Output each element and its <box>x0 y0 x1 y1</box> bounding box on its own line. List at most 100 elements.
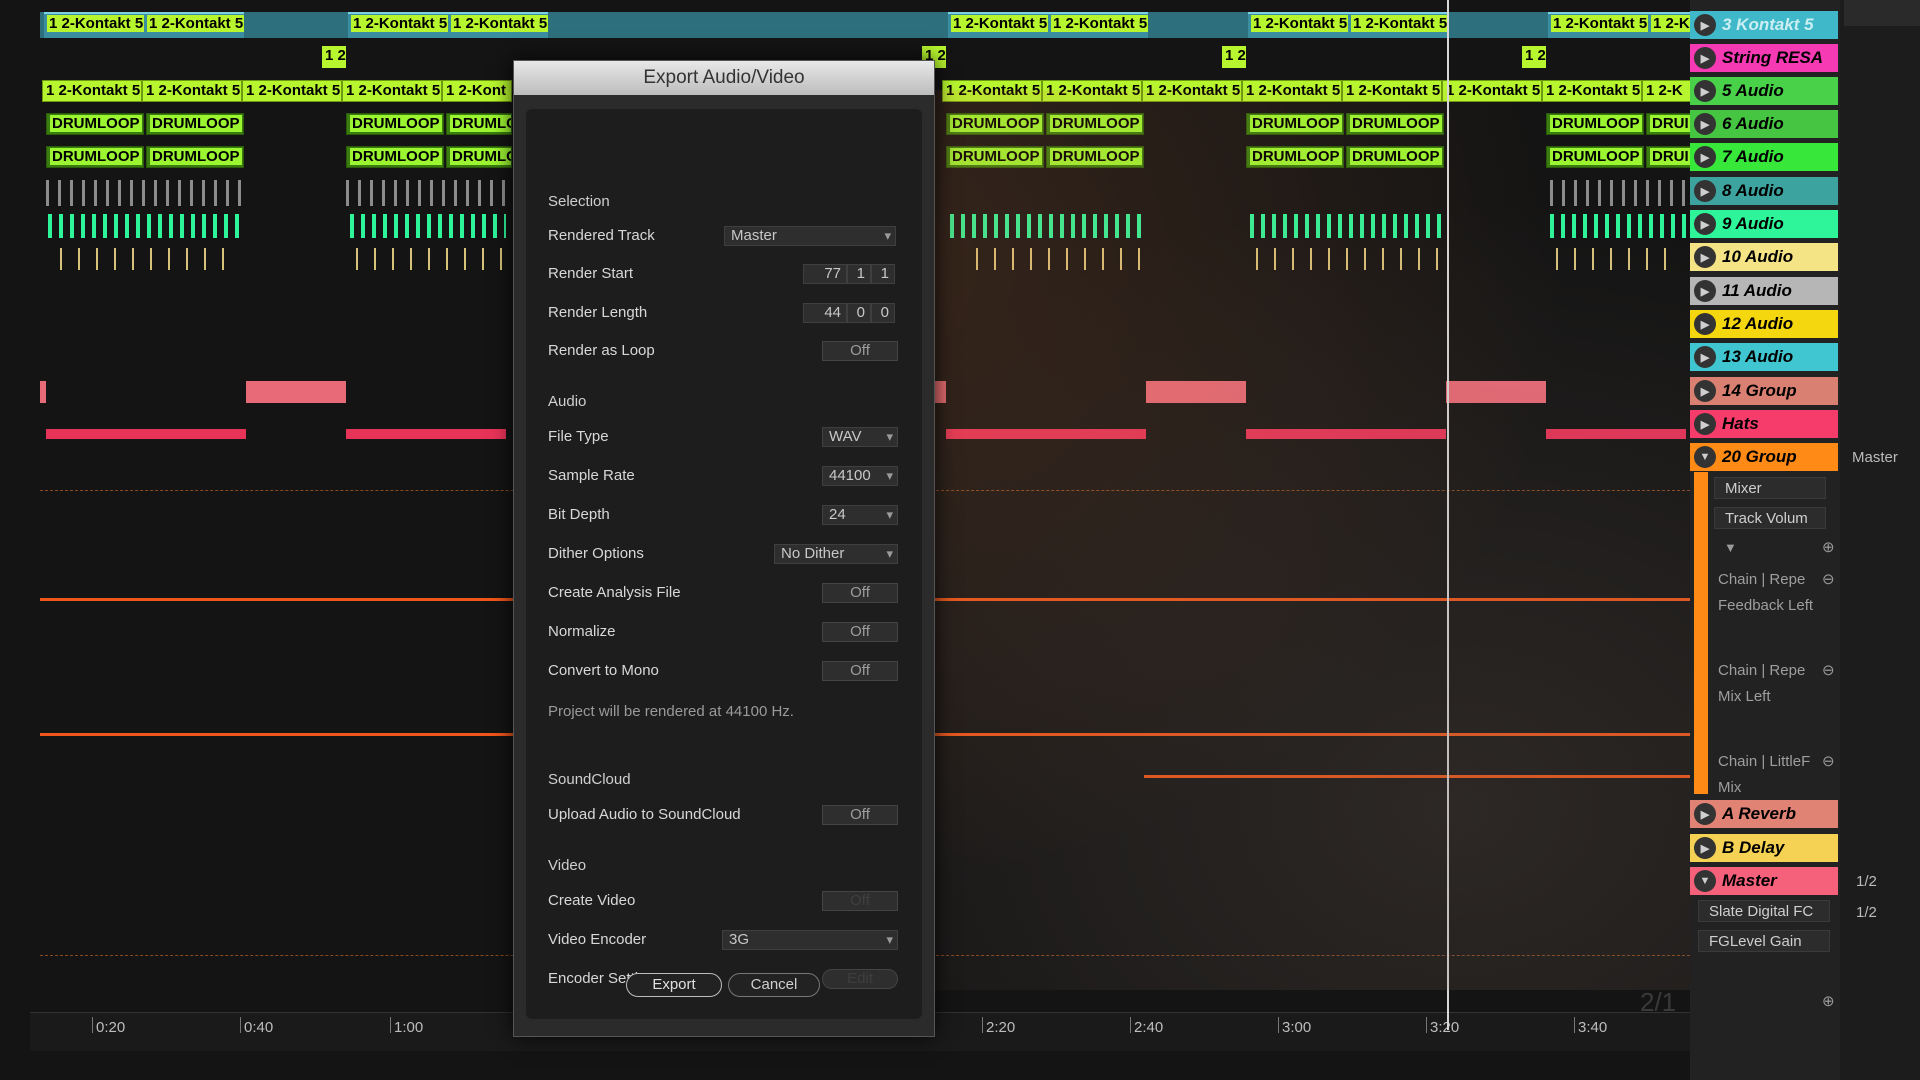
clip[interactable]: DRUMLC <box>446 113 512 135</box>
clip[interactable]: 1 2-Kontakt 5 <box>1542 80 1642 102</box>
track-fold-icon[interactable]: ▶ <box>1694 313 1716 335</box>
clip[interactable]: DRUMLOOP <box>1546 146 1644 168</box>
chevron-down-icon[interactable]: ▼ <box>1724 540 1737 555</box>
convert-mono-toggle[interactable]: Off <box>822 661 898 681</box>
cancel-button[interactable]: Cancel <box>728 973 820 997</box>
clip[interactable]: DRUMLOOP <box>1346 113 1444 135</box>
render-start-sixteenth[interactable]: 1 <box>871 264 895 284</box>
track-fold-icon[interactable]: ▶ <box>1694 146 1716 168</box>
clip[interactable] <box>246 381 346 403</box>
clip[interactable]: 1 2-Kontakt 5 <box>242 80 342 102</box>
chain-label[interactable]: Chain | Repe <box>1718 571 1805 588</box>
clip[interactable]: 1 2-Kontakt 5 <box>1042 80 1142 102</box>
io-slot[interactable] <box>1844 0 1920 26</box>
clip[interactable]: 1 2-Kontakt 5 <box>348 12 448 38</box>
track-header-b-delay[interactable]: ▶ B Delay <box>1690 834 1838 862</box>
render-loop-toggle[interactable]: Off <box>822 341 898 361</box>
track-fold-icon[interactable]: ▶ <box>1694 280 1716 302</box>
track-fold-icon[interactable]: ▶ <box>1694 14 1716 36</box>
clip[interactable]: 1 2-K <box>1642 80 1692 102</box>
clip[interactable]: 1 2-K <box>1648 12 1696 38</box>
clip[interactable]: 1 2-Kontakt 5 <box>1548 12 1648 38</box>
clip[interactable] <box>1146 381 1246 403</box>
add-lane-icon[interactable]: ⊕ <box>1822 538 1835 556</box>
track-header-7-audio[interactable]: ▶ 7 Audio <box>1690 143 1838 171</box>
track-header-master[interactable]: ▼ Master <box>1690 867 1838 895</box>
dialog-title[interactable]: Export Audio/Video <box>514 61 934 95</box>
bit-depth-dropdown[interactable]: 24 <box>822 505 898 525</box>
track-lane-kontakt-5[interactable]: 1 2-Kontakt 5 1 2-Kontakt 5 1 2-Kontakt … <box>40 12 1696 38</box>
clip[interactable]: 1 2-Kontakt 5 <box>1142 80 1242 102</box>
rendered-track-dropdown[interactable]: Master <box>724 226 896 246</box>
clip[interactable]: DRUMLOOP <box>1346 146 1444 168</box>
input-channel[interactable]: 1/2 <box>1856 873 1877 890</box>
render-length-sixteenth[interactable]: 0 <box>871 303 895 323</box>
parameter-chooser-fglevel[interactable]: FGLevel Gain <box>1698 930 1830 952</box>
track-fold-icon[interactable]: ▶ <box>1694 113 1716 135</box>
clip[interactable]: DRUMLOOP <box>46 146 144 168</box>
track-header-9-audio[interactable]: ▶ 9 Audio <box>1690 210 1838 238</box>
analysis-file-toggle[interactable]: Off <box>822 583 898 603</box>
track-fold-icon[interactable]: ▶ <box>1694 180 1716 202</box>
clip[interactable]: 1 2-Kontakt 5 <box>1248 12 1348 38</box>
clip[interactable]: DRUMLOOP <box>1246 113 1344 135</box>
clip[interactable]: DRUMLOOP <box>346 113 444 135</box>
clip[interactable]: 1 2-Kontakt 5 <box>44 12 144 38</box>
clip[interactable]: 1 2-Kontakt 5 <box>448 12 548 38</box>
track-fold-icon[interactable]: ▶ <box>1694 803 1716 825</box>
clip[interactable] <box>1446 381 1546 403</box>
track-header-string-resa[interactable]: ▶ String RESA <box>1690 44 1838 72</box>
track-header-11-audio[interactable]: ▶ 11 Audio <box>1690 277 1838 305</box>
track-header-a-reverb[interactable]: ▶ A Reverb <box>1690 800 1838 828</box>
track-header-3-kontakt-5[interactable]: ▶ 3 Kontakt 5 <box>1690 11 1838 39</box>
clip[interactable]: 1 2-Kontakt 5 <box>42 80 142 102</box>
clip[interactable]: 1 2-Kontakt 5 <box>144 12 244 38</box>
remove-lane-icon[interactable]: ⊖ <box>1822 570 1835 588</box>
clip[interactable]: 1 2-Kontakt 5 <box>948 12 1048 38</box>
track-fold-icon[interactable]: ▼ <box>1694 870 1716 892</box>
playhead[interactable] <box>1447 0 1449 1030</box>
clip[interactable]: 1 2-Kontakt 5 <box>1442 80 1542 102</box>
track-header-14-group[interactable]: ▶ 14 Group <box>1690 377 1838 405</box>
track-header-8-audio[interactable]: ▶ 8 Audio <box>1690 177 1838 205</box>
track-header-13-audio[interactable]: ▶ 13 Audio <box>1690 343 1838 371</box>
clip[interactable]: DRUMLOOP <box>346 146 444 168</box>
track-fold-icon[interactable]: ▼ <box>1694 446 1716 468</box>
clip[interactable]: DRUMLOOP <box>946 146 1044 168</box>
track-fold-icon[interactable]: ▶ <box>1694 380 1716 402</box>
track-fold-icon[interactable]: ▶ <box>1694 213 1716 235</box>
render-start-bar[interactable]: 77 <box>803 264 847 284</box>
video-encoder-dropdown[interactable]: 3G <box>722 930 898 950</box>
clip[interactable]: DRUMLOOP <box>1046 113 1144 135</box>
file-type-dropdown[interactable]: WAV <box>822 427 898 447</box>
track-header-5-audio[interactable]: ▶ 5 Audio <box>1690 77 1838 105</box>
device-chooser-mixer[interactable]: Mixer <box>1714 477 1826 499</box>
track-fold-icon[interactable]: ▶ <box>1694 837 1716 859</box>
track-fold-icon[interactable]: ▶ <box>1694 413 1716 435</box>
hats-clip[interactable] <box>1246 429 1446 439</box>
clip[interactable]: 1 2 <box>1222 46 1246 68</box>
render-start-beat[interactable]: 1 <box>847 264 871 284</box>
input-channel[interactable]: 1/2 <box>1856 904 1877 921</box>
clip[interactable]: 1 2-Kontakt 5 <box>342 80 442 102</box>
encoder-settings-edit-button[interactable]: Edit <box>822 969 898 989</box>
automation-line[interactable] <box>1144 775 1690 778</box>
clip[interactable]: 1 2-Kontakt 5 <box>1048 12 1148 38</box>
clip[interactable]: 1 2-Kontakt 5 <box>1342 80 1442 102</box>
track-fold-icon[interactable]: ▶ <box>1694 47 1716 69</box>
chain-label[interactable]: Chain | LittleF <box>1718 753 1810 770</box>
clip[interactable]: DRUMLOOP <box>1246 146 1344 168</box>
clip[interactable]: DRUMLOOP <box>46 113 144 135</box>
clip[interactable]: DRUMLOOP <box>1546 113 1644 135</box>
clip[interactable]: DRUMLOOP <box>146 113 244 135</box>
track-header-12-audio[interactable]: ▶ 12 Audio <box>1690 310 1838 338</box>
clip[interactable]: 1 2-Kontakt 5 <box>142 80 242 102</box>
dither-options-dropdown[interactable]: No Dither <box>774 544 898 564</box>
track-header-6-audio[interactable]: ▶ 6 Audio <box>1690 110 1838 138</box>
clip[interactable]: DRUI <box>1646 146 1692 168</box>
clip[interactable]: DRUMLC <box>446 146 512 168</box>
track-fold-icon[interactable]: ▶ <box>1694 346 1716 368</box>
track-fold-icon[interactable]: ▶ <box>1694 80 1716 102</box>
chain-label[interactable]: Chain | Repe <box>1718 662 1805 679</box>
render-length-beat[interactable]: 0 <box>847 303 871 323</box>
